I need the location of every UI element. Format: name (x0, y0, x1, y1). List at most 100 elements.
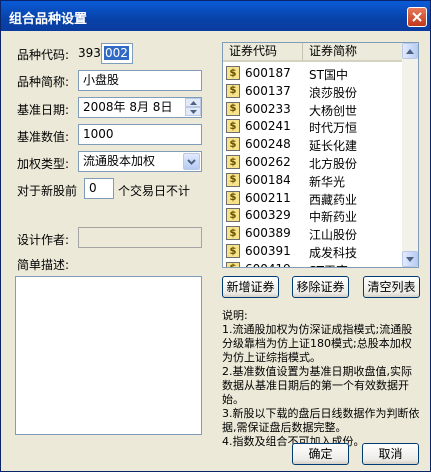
weight-dropdown-button[interactable] (183, 153, 200, 170)
weight-value: 流通股本加权 (83, 154, 156, 168)
security-name: ST天宏 (309, 262, 348, 267)
header-code[interactable]: 证券代码 (223, 43, 303, 62)
security-code: 600241 (245, 119, 291, 134)
scroll-down-button[interactable] (402, 251, 418, 267)
list-item[interactable]: $600241 时代万恒 (223, 118, 403, 136)
security-icon: $ (226, 226, 240, 241)
title-bar[interactable]: 组合品种设置 (1, 1, 430, 31)
security-name: 江山股份 (309, 228, 358, 243)
date-picker[interactable]: 2008年 8月 8日 (78, 97, 202, 118)
dialog-window: 组合品种设置 品种代码: 393 002 品种简称: 小盘股 基准日期: 200… (0, 0, 431, 472)
close-icon (412, 12, 422, 22)
code-value: 002 (104, 46, 129, 60)
scroll-up-button[interactable] (402, 43, 418, 59)
triangle-up-icon (189, 100, 197, 105)
newstock-label: 对于新股前 (17, 184, 78, 198)
remove-security-button[interactable]: 移除证券 (292, 276, 349, 298)
triangle-up-icon (406, 48, 414, 54)
security-icon: $ (226, 119, 240, 134)
note-line: 说明: (222, 309, 248, 322)
triangle-down-icon (406, 256, 414, 262)
note-line: 1.流通股加权为仿深证成指模式;流通股分级靠档为仿上证180模式;总股本加权为仿… (222, 323, 413, 364)
cancel-button[interactable]: 取消 (362, 443, 419, 465)
security-name: 中新药业 (309, 210, 358, 225)
security-icon: $ (226, 208, 240, 223)
security-name: 浪莎股份 (309, 85, 358, 100)
date-spinner[interactable] (185, 98, 201, 117)
base-label: 基准数值: (17, 130, 70, 144)
security-code: 600233 (245, 101, 291, 116)
description-textarea[interactable] (15, 276, 202, 435)
security-name: 新华光 (309, 174, 346, 189)
code-label: 品种代码: (17, 48, 70, 62)
security-code: 600391 (245, 244, 291, 258)
security-icon: $ (226, 137, 240, 152)
author-input[interactable] (78, 227, 202, 248)
newstock-input[interactable]: 0 (84, 178, 114, 199)
security-name: ST国中 (309, 68, 348, 82)
chevron-down-icon (187, 158, 196, 165)
list-item[interactable]: $600137 浪莎股份 (223, 83, 403, 101)
author-label: 设计作者: (17, 233, 70, 247)
note-line: 2.基准数值设置为基准日期收盘值,实际数据从基准日期后的第一个有效数据开始。 (222, 365, 412, 406)
list-item[interactable]: $600211 西藏药业 (223, 190, 403, 208)
spin-up-button[interactable] (185, 98, 201, 107)
triangle-down-icon (189, 109, 197, 114)
name-input[interactable]: 小盘股 (78, 70, 202, 91)
security-icon: $ (226, 155, 240, 169)
security-icon: $ (226, 66, 240, 80)
code-prefix: 393 (78, 46, 101, 60)
note-line: 3.新股以下载的盘后日线数据作为判断依据,需保证盘后数据完整。 (222, 407, 420, 434)
security-name: 西藏药业 (309, 192, 358, 207)
security-code: 600211 (245, 190, 291, 205)
add-security-button[interactable]: 新增证券 (222, 276, 279, 298)
window-title: 组合品种设置 (9, 12, 88, 27)
clear-list-button[interactable]: 清空列表 (363, 276, 420, 298)
list-item[interactable]: $600419 ST天宏 (223, 261, 403, 267)
spin-down-button[interactable] (185, 107, 201, 116)
security-code: 600262 (245, 155, 291, 169)
security-name: 成发科技 (309, 246, 358, 260)
weight-select[interactable]: 流通股本加权 (78, 151, 202, 172)
list-item[interactable]: $600187 ST国中 (223, 65, 403, 83)
security-icon: $ (226, 101, 240, 116)
security-name: 延长化建 (309, 139, 358, 154)
security-name: 时代万恒 (309, 121, 358, 136)
security-code: 600187 (245, 66, 291, 80)
weight-label: 加权类型: (17, 157, 70, 171)
security-icon: $ (226, 190, 240, 205)
security-icon: $ (226, 244, 240, 258)
header-name[interactable]: 证券简称 (303, 43, 403, 62)
list-item[interactable]: $600389 江山股份 (223, 225, 403, 243)
security-code: 600137 (245, 83, 291, 98)
list-item[interactable]: $600233 大杨创世 (223, 101, 403, 119)
security-code: 600184 (245, 172, 291, 187)
security-name: 大杨创世 (309, 103, 358, 118)
date-value: 2008年 8月 8日 (83, 100, 173, 114)
desc-label: 简单描述: (17, 258, 70, 272)
newstock-suffix: 个交易日不计 (118, 184, 191, 198)
notes-panel: 说明: 1.流通股加权为仿深证成指模式;流通股分级靠档为仿上证180模式;总股本… (222, 309, 422, 449)
security-icon: $ (226, 83, 240, 98)
security-name: 北方股份 (309, 157, 358, 171)
close-button[interactable] (407, 7, 427, 27)
code-input[interactable]: 002 (101, 43, 133, 64)
security-code: 600248 (245, 137, 291, 152)
security-code: 600389 (245, 226, 291, 241)
security-code: 600419 (245, 262, 291, 267)
list-item[interactable]: $600391 成发科技 (223, 243, 403, 261)
list-item[interactable]: $600248 延长化建 (223, 136, 403, 154)
name-label: 品种简称: (17, 75, 70, 89)
list-item[interactable]: $600329 中新药业 (223, 207, 403, 225)
date-label: 基准日期: (17, 103, 70, 117)
security-icon: $ (226, 172, 240, 187)
list-header: 证券代码 证券简称 (223, 43, 403, 62)
list-item[interactable]: $600262 北方股份 (223, 154, 403, 172)
base-input[interactable]: 1000 (78, 124, 202, 145)
security-code: 600329 (245, 208, 291, 223)
ok-button[interactable]: 确定 (292, 443, 349, 465)
list-item[interactable]: $600184 新华光 (223, 172, 403, 190)
list-scrollbar[interactable] (402, 43, 418, 267)
security-icon: $ (226, 261, 240, 267)
security-list[interactable]: 证券代码 证券简称 $600187 ST国中 $600137 浪莎股份 $600233 大… (222, 42, 419, 268)
